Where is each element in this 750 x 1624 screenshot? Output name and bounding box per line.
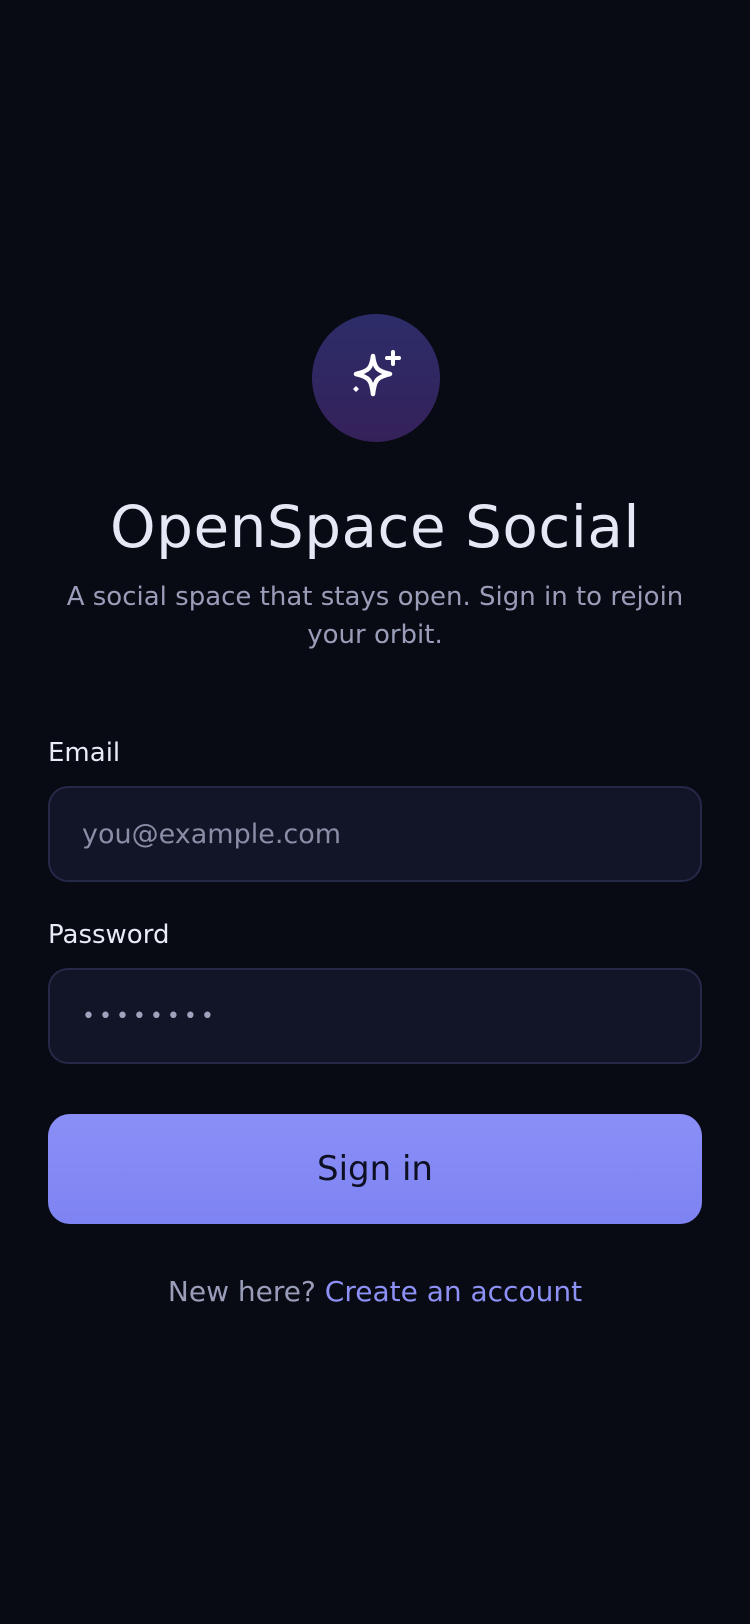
password-field[interactable] — [48, 968, 702, 1064]
signup-prompt-text: New here? — [167, 1275, 316, 1308]
app-subtitle: A social space that stays open. Sign in … — [66, 582, 684, 650]
app-logo — [312, 314, 440, 442]
email-field[interactable] — [48, 786, 702, 882]
email-label: Email — [48, 738, 121, 768]
signup-prompt: New here? Create an account — [0, 1272, 750, 1312]
app-title: OpenSpace Social — [109, 493, 641, 561]
create-account-link[interactable]: Create an account — [325, 1275, 582, 1308]
password-label: Password — [48, 920, 170, 950]
sparkles-icon — [346, 348, 406, 408]
sign-in-button[interactable]: Sign in — [48, 1114, 702, 1224]
sign-in-screen: OpenSpace Social A social space that sta… — [0, 0, 750, 1624]
